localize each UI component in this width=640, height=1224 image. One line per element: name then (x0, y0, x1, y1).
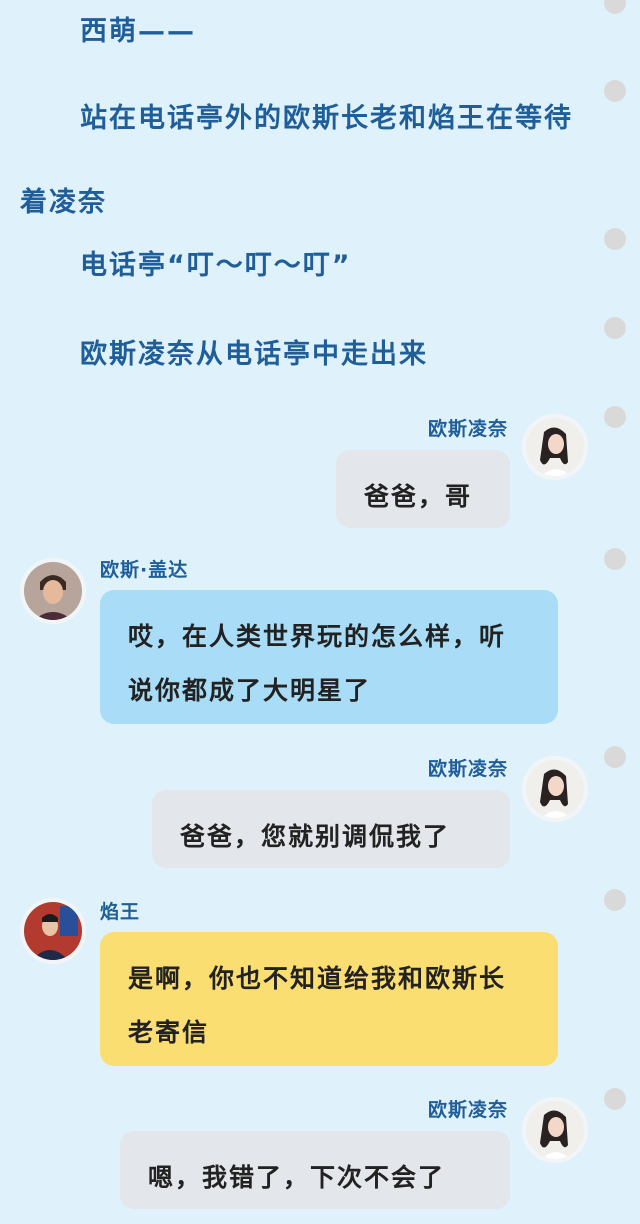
message-bubble: 爸爸，哥 (336, 450, 510, 528)
sender-name: 焰王 (100, 901, 141, 923)
decor-dot (604, 80, 626, 102)
portrait-performer-icon (24, 902, 82, 960)
decor-dot (604, 228, 626, 250)
portrait-girl-icon (526, 418, 584, 476)
portrait-man-icon (24, 562, 82, 620)
avatar-gaida[interactable] (20, 558, 86, 624)
decor-dot (604, 746, 626, 768)
decor-dot (604, 548, 626, 570)
portrait-girl-icon (526, 760, 584, 818)
sender-name: 欧斯凌奈 (427, 1099, 508, 1121)
avatar-lingnai[interactable] (522, 756, 588, 822)
message-bubble: 是啊，你也不知道给我和欧斯长老寄信 (100, 932, 558, 1066)
narration-line: 电话亭“叮～叮～叮” (80, 250, 352, 281)
sender-name: 欧斯·盖达 (100, 559, 189, 581)
decor-dot (604, 0, 626, 14)
decor-dot (604, 406, 626, 428)
message-bubble: 哎，在人类世界玩的怎么样，听说你都成了大明星了 (100, 590, 558, 724)
sender-name: 欧斯凌奈 (427, 758, 508, 780)
portrait-girl-icon (526, 1101, 584, 1159)
avatar-lingnai[interactable] (522, 1097, 588, 1163)
narration-line: 欧斯凌奈从电话亭中走出来 (80, 339, 428, 370)
decor-dot (604, 317, 626, 339)
avatar-yanwang[interactable] (20, 898, 86, 964)
decor-dot (604, 889, 626, 911)
sender-name: 欧斯凌奈 (427, 418, 508, 440)
message-bubble: 爸爸，您就别调侃我了 (152, 790, 510, 868)
narration-line: 西萌—— (80, 16, 196, 47)
decor-dot (604, 1088, 626, 1110)
avatar-lingnai[interactable] (522, 414, 588, 480)
narration-line: 站在电话亭外的欧斯长老和焰王在等待着凌奈 (20, 103, 573, 218)
message-bubble: 嗯，我错了，下次不会了 (120, 1131, 510, 1209)
